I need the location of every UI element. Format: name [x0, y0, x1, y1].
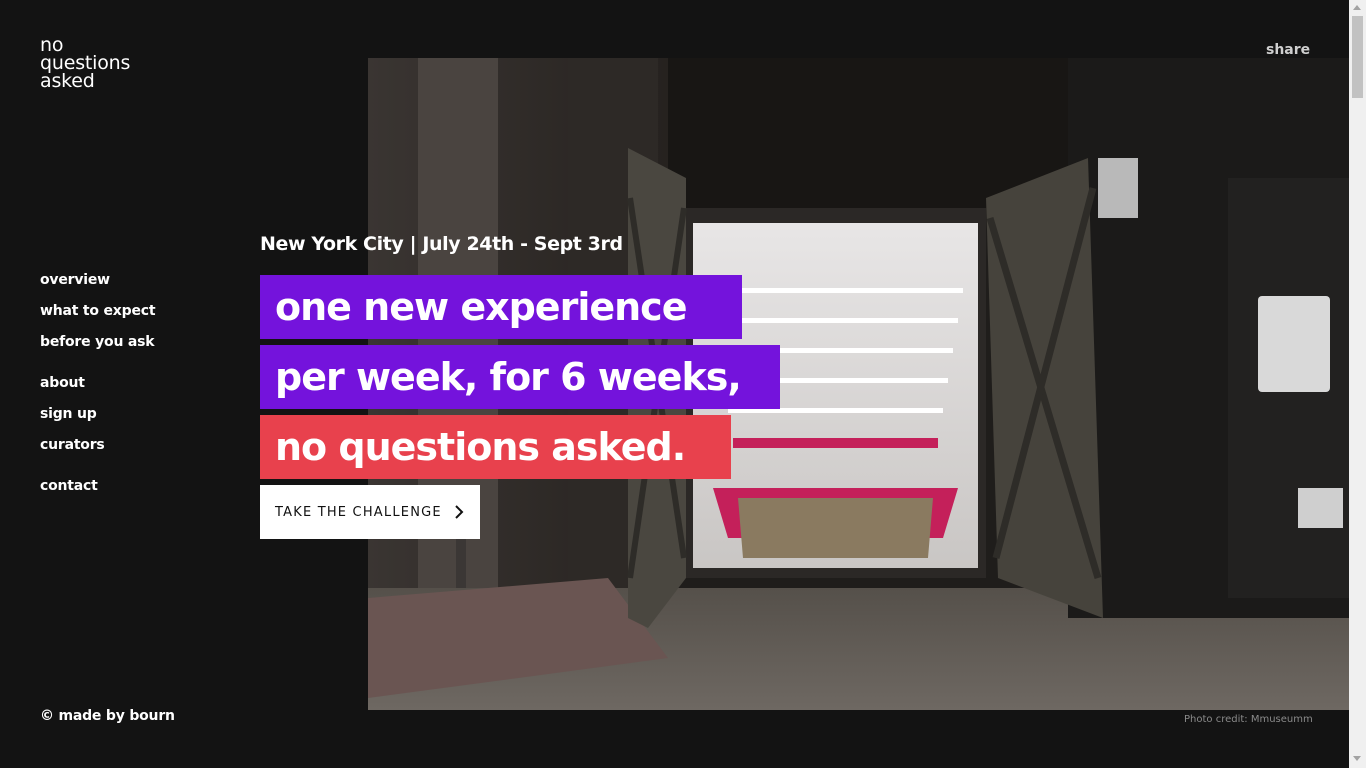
copyright-text: © made by bourn	[40, 708, 175, 724]
headline-line-1: one new experience	[260, 275, 742, 339]
location-dates: New York City | July 24th - Sept 3rd	[260, 233, 623, 255]
photo-credit: Photo credit: Mmuseumm	[1184, 714, 1313, 725]
nav-item-what-to-expect[interactable]: what to expect	[40, 301, 240, 321]
nav-item-contact[interactable]: contact	[40, 476, 240, 496]
site-logo[interactable]: no questions asked	[40, 36, 130, 92]
chevron-right-icon	[455, 505, 464, 519]
vertical-scrollbar[interactable]	[1349, 0, 1366, 768]
take-challenge-button[interactable]: TAKE THE CHALLENGE	[260, 485, 480, 539]
logo-line-3: asked	[40, 70, 95, 92]
headline-line-3: no questions asked.	[260, 415, 731, 479]
cta-label: TAKE THE CHALLENGE	[275, 504, 442, 520]
main-nav: overview what to expect before you ask a…	[40, 270, 240, 507]
scrollbar-thumb[interactable]	[1352, 16, 1363, 98]
headline-line-2: per week, for 6 weeks,	[260, 345, 780, 409]
nav-item-curators[interactable]: curators	[40, 435, 240, 455]
nav-item-about[interactable]: about	[40, 373, 240, 393]
page: no questions asked share overview what t…	[0, 0, 1366, 768]
scroll-up-arrow-icon[interactable]	[1353, 5, 1361, 10]
nav-item-before-you-ask[interactable]: before you ask	[40, 332, 240, 352]
nav-item-overview[interactable]: overview	[40, 270, 240, 290]
scroll-down-arrow-icon[interactable]	[1353, 756, 1361, 761]
nav-item-sign-up[interactable]: sign up	[40, 404, 240, 424]
share-link[interactable]: share	[1266, 42, 1310, 58]
